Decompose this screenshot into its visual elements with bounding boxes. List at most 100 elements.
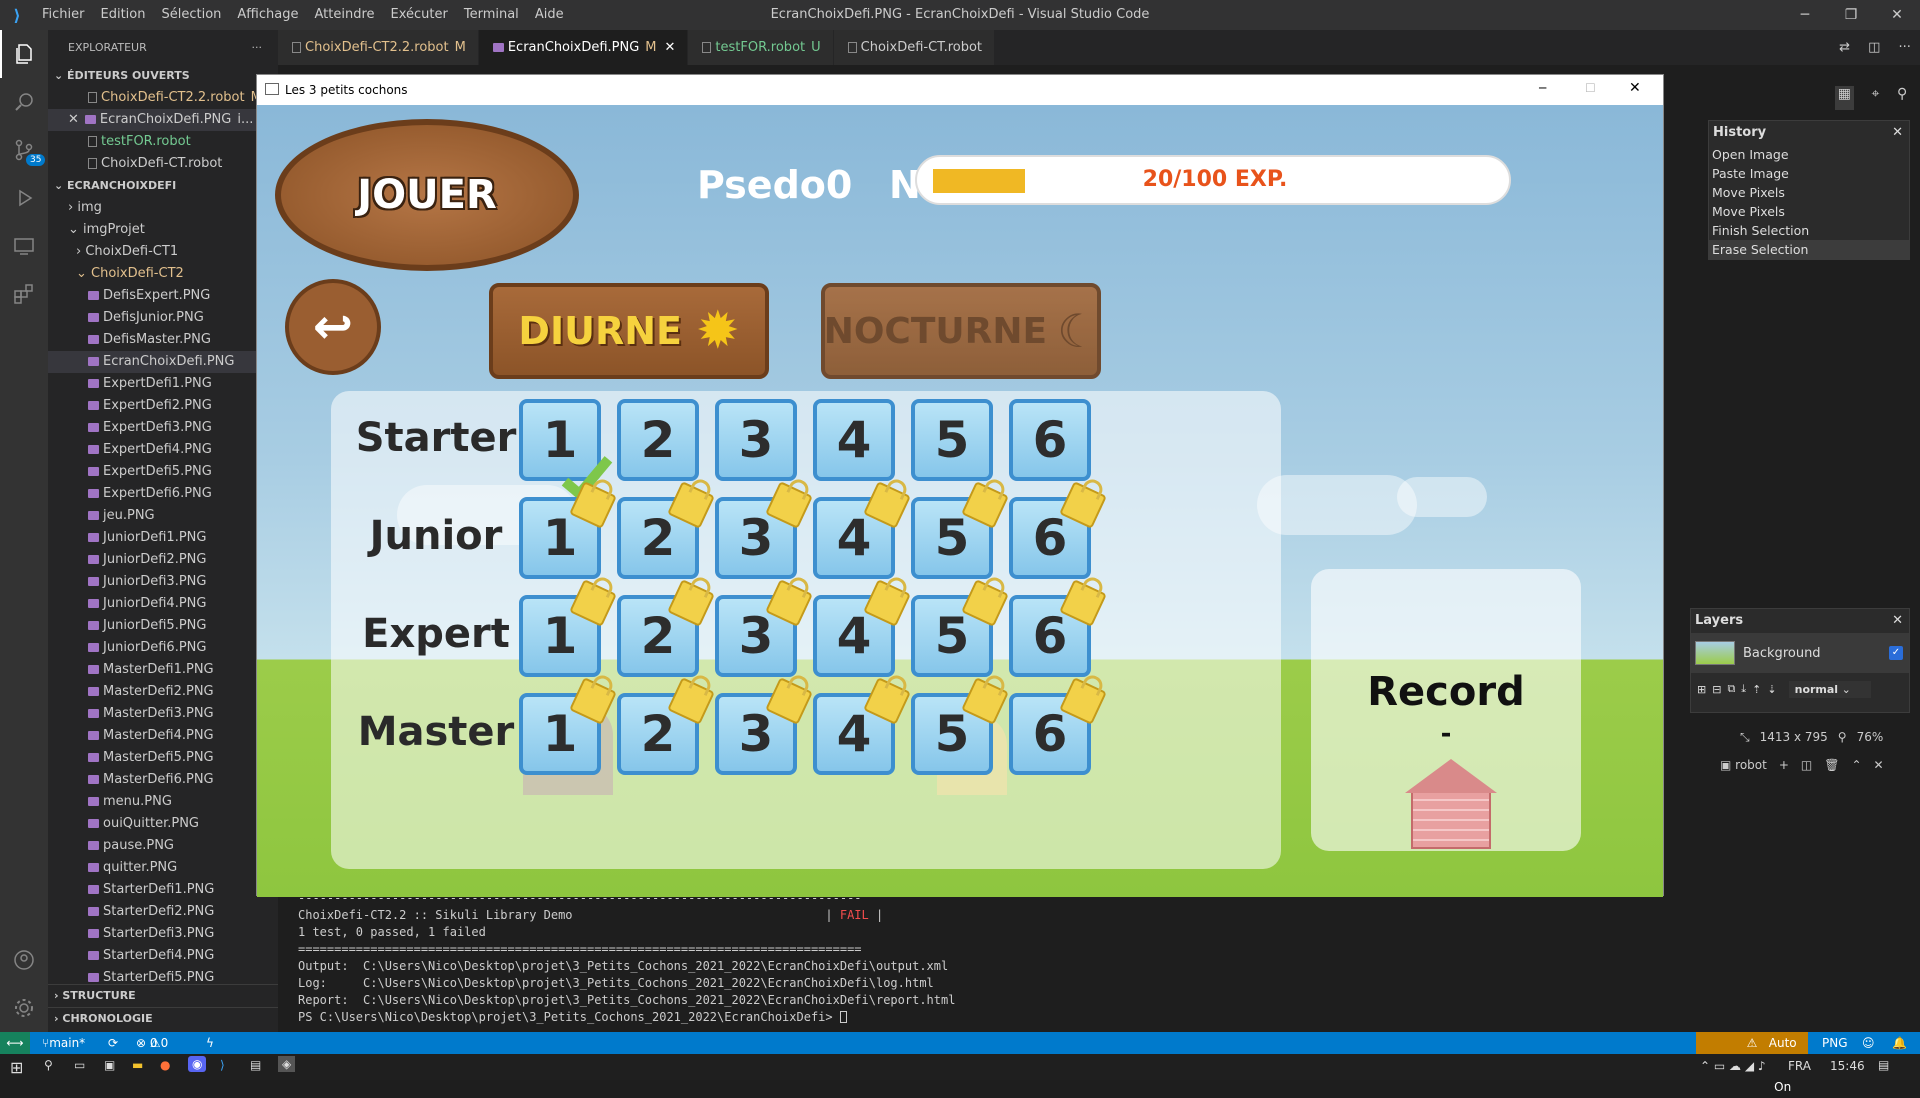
close-panel-icon[interactable]: ✕ (1874, 758, 1884, 772)
file-item[interactable]: ExpertDefi4.PNG (48, 439, 278, 461)
file-item[interactable]: ExpertDefi3.PNG (48, 417, 278, 439)
terminal-selector[interactable]: ▣ robot (1720, 758, 1767, 772)
menu-item-1[interactable]: Edition (93, 0, 154, 30)
file-explorer-icon[interactable]: ▬ (132, 1058, 143, 1072)
file-item[interactable]: JuniorDefi2.PNG (48, 549, 278, 571)
maximize-button[interactable]: ❐ (1828, 0, 1874, 30)
zoom-icon[interactable]: ⚲ (1838, 730, 1847, 744)
merge-layer-icon[interactable]: ⤓ (1741, 682, 1746, 696)
night-mode-button[interactable]: NOCTURNE ☾ (821, 283, 1101, 379)
close-button[interactable]: ✕ (1874, 0, 1920, 30)
terminal-taskbar-icon[interactable]: ▤ (250, 1058, 261, 1072)
problems-indicator[interactable]: ⊗ 0 ⚠ 0 (136, 1032, 168, 1054)
menu-item-0[interactable]: Fichier (34, 0, 93, 30)
run-debug-icon[interactable] (0, 174, 48, 222)
search-icon[interactable]: ⚲ (44, 1058, 53, 1072)
play-button[interactable]: JOUER (275, 119, 579, 271)
folder-choixdefi-ct2[interactable]: ⌄ ChoixDefi-CT2 (48, 263, 278, 285)
level-tile[interactable]: 2 (617, 399, 699, 481)
level-tile[interactable]: 3 (715, 399, 797, 481)
level-tile[interactable]: 4 (813, 481, 911, 579)
branch-indicator[interactable]: ⑂ main* (42, 1032, 85, 1054)
file-item[interactable]: StarterDefi1.PNG (48, 879, 278, 901)
feedback-icon[interactable]: ☺ (1862, 1032, 1875, 1054)
vscode-taskbar-icon[interactable]: ⟩ (220, 1058, 225, 1072)
explorer-icon[interactable] (0, 30, 48, 78)
file-item[interactable]: JuniorDefi4.PNG (48, 593, 278, 615)
level-tile[interactable]: 4 (813, 579, 911, 677)
level-tile[interactable]: 2 (617, 579, 715, 677)
discord-icon[interactable]: ◉ (188, 1056, 207, 1072)
close-icon[interactable]: ✕ (1892, 609, 1903, 633)
close-editor-icon[interactable]: ✕ (68, 112, 79, 127)
level-tile[interactable]: 1 (519, 481, 617, 579)
autosave-indicator[interactable]: ⚠ Auto Save is On (1696, 1032, 1808, 1094)
close-button[interactable]: ✕ (1629, 80, 1641, 96)
file-item[interactable]: MasterDefi5.PNG (48, 747, 278, 769)
more-actions-icon[interactable]: ··· (252, 30, 263, 65)
level-tile[interactable]: 4 (813, 677, 911, 775)
input-language[interactable]: FRA (1788, 1059, 1811, 1073)
sync-icon[interactable]: ⟳ (108, 1032, 118, 1054)
editor-tab[interactable]: EcranChoixDefi.PNG M ✕ (478, 30, 689, 65)
new-terminal-icon[interactable]: + (1779, 758, 1789, 772)
file-item[interactable]: pause.PNG (48, 835, 278, 857)
open-changes-icon[interactable]: ⇄ (1839, 40, 1850, 55)
task-view-icon[interactable]: ▭ (74, 1058, 85, 1072)
file-item[interactable]: JuniorDefi5.PNG (48, 615, 278, 637)
file-item[interactable]: StarterDefi3.PNG (48, 923, 278, 945)
level-tile[interactable]: 1 (519, 579, 617, 677)
file-item[interactable]: StarterDefi2.PNG (48, 901, 278, 923)
file-item[interactable]: JuniorDefi6.PNG (48, 637, 278, 659)
remote-icon[interactable]: ⟷ (0, 1032, 30, 1054)
open-editor-item[interactable]: ChoixDefi-CT2.2.robotM (48, 87, 278, 109)
file-item[interactable]: MasterDefi3.PNG (48, 703, 278, 725)
open-editor-item[interactable]: testFOR.robot (48, 131, 278, 153)
more-actions-icon[interactable]: ··· (1899, 40, 1911, 55)
menu-item-6[interactable]: Terminal (456, 0, 527, 30)
outline-section[interactable]: › STRUCTURE (48, 985, 278, 1007)
level-tile[interactable]: 2 (617, 481, 715, 579)
level-tile[interactable]: 6 (1009, 677, 1107, 775)
level-tile[interactable]: 5 (911, 481, 1009, 579)
file-item[interactable]: ouiQuitter.PNG (48, 813, 278, 835)
editor-tab[interactable]: ChoixDefi-CT.robot (833, 30, 996, 65)
file-item[interactable]: MasterDefi4.PNG (48, 725, 278, 747)
file-item[interactable]: ExpertDefi5.PNG (48, 461, 278, 483)
file-item[interactable]: MasterDefi1.PNG (48, 659, 278, 681)
source-control-icon[interactable]: 35 (0, 126, 48, 174)
open-editors-section[interactable]: ⌄ ÉDITEURS OUVERTS (48, 65, 278, 87)
level-tile[interactable]: 6 (1009, 399, 1091, 481)
lightning-icon[interactable]: ϟ (206, 1032, 214, 1054)
terminal-panel[interactable]: ----------------------------------------… (278, 890, 1920, 1032)
menu-item-3[interactable]: Affichage (229, 0, 306, 30)
file-item[interactable]: ExpertDefi6.PNG (48, 483, 278, 505)
editor-tab[interactable]: ChoixDefi-CT2.2.robot M (278, 30, 479, 65)
zoom-tool-icon[interactable]: ⚲ (1897, 86, 1907, 110)
level-tile[interactable]: 5 (911, 677, 1009, 775)
game-taskbar-icon[interactable]: ◈ (278, 1056, 296, 1072)
notifications-icon[interactable]: 🔔 (1892, 1032, 1907, 1054)
close-icon[interactable]: ✕ (1892, 121, 1903, 145)
settings-gear-icon[interactable] (0, 984, 48, 1032)
file-item[interactable]: EcranChoixDefi.PNG (48, 351, 278, 373)
back-arrow-button[interactable]: ↩ (285, 279, 381, 375)
history-item[interactable]: Open Image (1709, 145, 1909, 164)
open-editor-item[interactable]: ChoixDefi-CT.robot (48, 153, 278, 175)
maximize-panel-icon[interactable]: ⌃ (1851, 758, 1861, 772)
windows-start-icon[interactable]: ⊞ (10, 1058, 23, 1077)
language-indicator[interactable]: PNG (1822, 1032, 1848, 1054)
workspace-section[interactable]: ⌄ ECRANCHOIXDEFI (48, 175, 278, 197)
file-item[interactable]: ExpertDefi1.PNG (48, 373, 278, 395)
file-item[interactable]: MasterDefi2.PNG (48, 681, 278, 703)
folder-img[interactable]: › img (48, 197, 278, 219)
account-icon[interactable] (0, 936, 48, 984)
kill-terminal-icon[interactable]: 🗑 (1824, 758, 1839, 772)
level-tile[interactable]: 3 (715, 677, 813, 775)
split-editor-icon[interactable]: ◫ (1868, 40, 1880, 55)
menu-item-2[interactable]: Sélection (153, 0, 229, 30)
split-terminal-icon[interactable]: ◫ (1801, 758, 1812, 772)
history-item[interactable]: Erase Selection (1709, 240, 1909, 259)
editor-tab[interactable]: testFOR.robot U (688, 30, 834, 65)
timeline-section[interactable]: › CHRONOLOGIE (48, 1007, 278, 1029)
